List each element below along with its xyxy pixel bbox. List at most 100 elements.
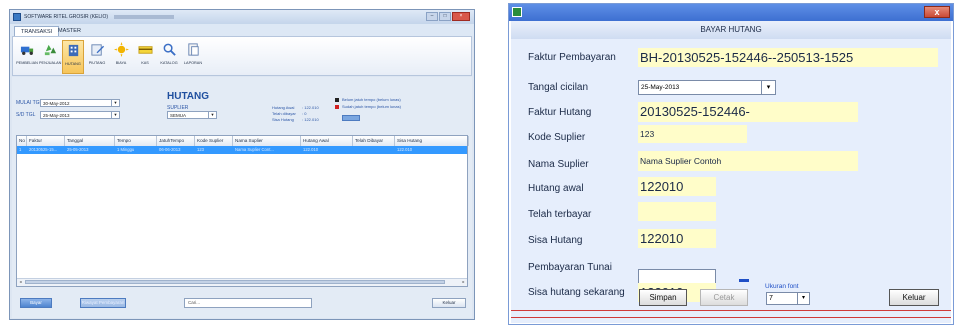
faktur-hutang-field: 20130525-152446- — [638, 102, 858, 122]
horizontal-scrollbar[interactable]: ◂ ▸ — [17, 278, 467, 286]
legend-swatch — [335, 97, 339, 102]
col-header[interactable]: Tempo — [115, 136, 157, 146]
tanggal-cicilan-picker[interactable]: 25-May-2013 ▾ — [638, 80, 776, 95]
keluar-label: Keluar — [902, 293, 926, 302]
table-cell: 20130525-15... — [29, 147, 58, 152]
faktur-pembayaran-label: Faktur Pembayaran — [528, 52, 616, 63]
legend-swatch — [335, 104, 339, 109]
window-titlebar: SOFTWARE RITEL GROSIR (KELIO) – □ × — [10, 10, 474, 24]
ribbon-label: HUTANG — [65, 62, 81, 66]
ribbon-laporan-button[interactable]: LAPORAN — [182, 40, 204, 74]
close-icon[interactable]: × — [452, 12, 470, 21]
dialog-body: Faktur Pembayaran BH-20130525-152446--25… — [511, 39, 951, 323]
suplier-select[interactable]: SEMUA ▼ — [167, 111, 217, 119]
legend-label: Sudah jatuh tempo (belum lunas) — [342, 104, 401, 109]
recycle-icon — [44, 44, 56, 56]
col-header[interactable]: Sisa Hutang — [395, 136, 469, 146]
ribbon-piutang-button[interactable]: PIUTANG — [86, 40, 108, 74]
col-header[interactable]: Hutang Awal — [301, 136, 353, 146]
main-window: SOFTWARE RITEL GROSIR (KELIO) – □ × TRAN… — [9, 9, 475, 320]
maximize-icon[interactable]: □ — [439, 12, 451, 21]
ribbon-hutang-button[interactable]: HUTANG — [62, 40, 84, 74]
divider — [511, 310, 951, 311]
ukuran-font-select[interactable]: 7 ▾ — [766, 292, 810, 305]
tab-master[interactable]: MASTER — [52, 26, 87, 36]
sisa-hutang-field: 122010 — [638, 229, 716, 248]
ribbon-biaya-button[interactable]: BIAYA — [110, 40, 132, 74]
legend-item: Belum jatuh tempo (belum lunas) — [335, 97, 401, 102]
ukuran-font-label: Ukuran font — [765, 283, 799, 290]
table-row[interactable]: 1 20130525-15... 25-05-2013 1 Minggu 06-… — [17, 146, 467, 154]
minimize-icon[interactable]: – — [426, 12, 438, 21]
col-header[interactable]: Faktur — [27, 136, 65, 146]
riwayat-pembayaran-button[interactable]: Riwayat Pembayaran — [80, 298, 126, 308]
faktur-pembayaran-field: BH-20130525-152446--250513-1525 — [638, 48, 938, 67]
col-header[interactable]: Telah Dibayar — [353, 136, 395, 146]
search-input[interactable]: Cari... — [184, 298, 312, 308]
table-cell: 122.010 — [397, 147, 413, 152]
close-button[interactable]: x — [924, 6, 950, 18]
keluar-button[interactable]: Keluar — [432, 298, 466, 308]
app-icon — [13, 13, 21, 21]
cetak-button[interactable]: Cetak — [700, 289, 748, 306]
mulai-tgl-label: MULAI TGL — [16, 100, 43, 106]
summary-telah-dibayar-value: : 0 — [302, 111, 307, 116]
bayar-button[interactable]: Bayar — [20, 298, 52, 308]
ribbon-kas-button[interactable]: KAS — [134, 40, 156, 74]
ribbon-label: PEMBELIAN — [16, 61, 38, 65]
chevron-down-icon[interactable]: ▼ — [208, 112, 216, 118]
keluar-button[interactable]: Keluar — [889, 289, 939, 306]
simpan-label: Simpan — [649, 293, 677, 302]
mulai-tgl-value: 30-May-2012 — [43, 101, 70, 106]
chevron-down-icon[interactable]: ▾ — [797, 293, 809, 304]
refresh-button[interactable] — [342, 115, 360, 121]
legend-item: Sudah jatuh tempo (belum lunas) — [335, 104, 401, 109]
pembayaran-tunai-label: Pembayaran Tunai — [528, 262, 612, 273]
ribbon-penjualan-button[interactable]: PENJUALAN — [39, 40, 61, 74]
ribbon-pembelian-button[interactable]: PEMBELIAN — [16, 40, 38, 74]
titlebar-menu-placeholder — [114, 15, 174, 19]
telah-terbayar-label: Telah terbayar — [528, 209, 592, 220]
ribbon-label: KAS — [141, 61, 149, 65]
divider — [511, 317, 951, 318]
magnifier-icon — [163, 43, 176, 56]
summary-sisa-hutang-label: Sisa Hutang — [272, 117, 294, 122]
truck-icon — [20, 46, 33, 55]
ribbon-label: LAPORAN — [183, 61, 203, 65]
ribbon-label: BIAYA — [115, 61, 127, 65]
col-header[interactable]: No — [17, 136, 27, 146]
ribbon-label: PENJUALAN — [39, 61, 62, 65]
table-cell: 1 Minggu — [117, 147, 135, 152]
dialog-header: BAYAR HUTANG — [511, 21, 951, 40]
sd-tgl-field[interactable]: 25-May-2013 ▼ — [40, 111, 120, 119]
chevron-down-icon[interactable]: ▾ — [761, 81, 775, 94]
faktur-hutang-label: Faktur Hutang — [528, 107, 592, 118]
suplier-value: SEMUA — [170, 113, 187, 118]
chevron-down-icon[interactable]: ▼ — [111, 112, 119, 118]
mulai-tgl-field[interactable]: 30-May-2012 ▼ — [40, 99, 120, 107]
chevron-down-icon[interactable]: ▼ — [111, 100, 119, 106]
scroll-right-icon[interactable]: ▸ — [460, 279, 467, 285]
bayar-hutang-dialog: x BAYAR HUTANG Faktur Pembayaran BH-2013… — [508, 3, 954, 325]
close-icon: x — [934, 7, 940, 17]
scroll-left-icon[interactable]: ◂ — [17, 279, 24, 285]
table-cell: 122.010 — [303, 147, 319, 152]
ribbon-katalog-button[interactable]: KATALOG — [158, 40, 180, 74]
col-header[interactable]: Kode Suplier — [195, 136, 233, 146]
col-header[interactable]: Nama Suplier — [233, 136, 301, 146]
simpan-button[interactable]: Simpan — [639, 289, 687, 306]
col-header[interactable]: JatuhTempo — [157, 136, 195, 146]
legend-label: Belum jatuh tempo (belum lunas) — [342, 97, 401, 102]
table-cell: Nama Suplier Cont... — [235, 147, 274, 152]
scroll-thumb[interactable] — [25, 280, 445, 284]
col-header[interactable]: Tanggal — [65, 136, 115, 146]
summary-sisa-hutang-value: : 122.010 — [302, 117, 319, 122]
sisa-sekarang-label: Sisa hutang sekarang — [528, 287, 625, 298]
table-cell: 06-06-2013 — [159, 147, 181, 152]
ribbon-label: PIUTANG — [88, 61, 106, 65]
table-cell: 25-05-2013 — [67, 147, 89, 152]
edit-icon — [90, 44, 104, 56]
ukuran-font-value: 7 — [769, 295, 773, 302]
window-controls: – □ × — [426, 12, 470, 21]
summary-hutang-awal-value: : 122.010 — [302, 105, 319, 110]
